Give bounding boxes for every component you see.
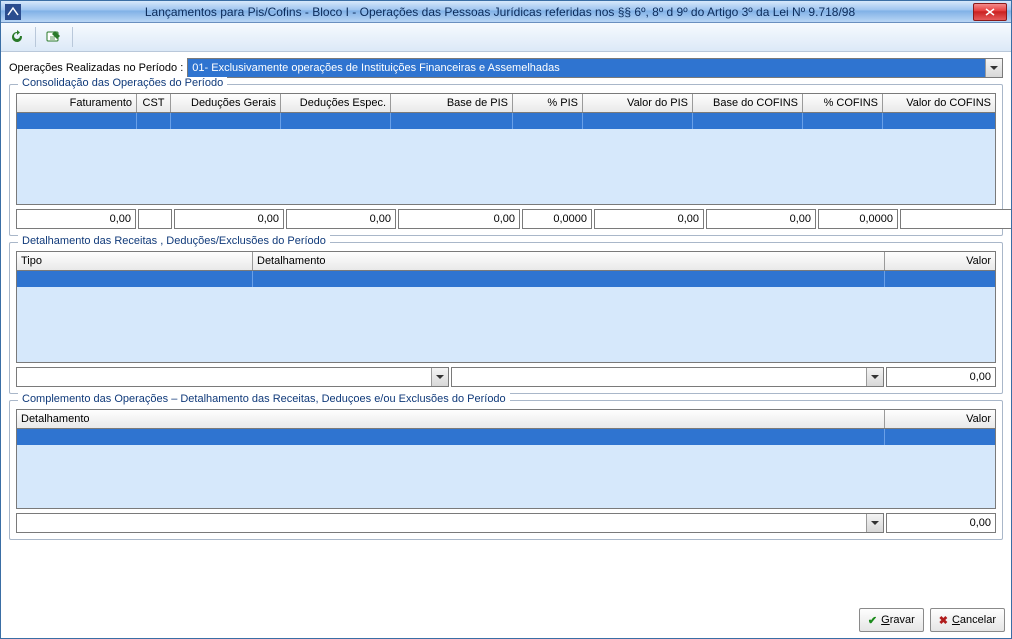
chevron-down-icon[interactable] [866, 514, 883, 532]
grid-selected-row[interactable] [17, 429, 995, 445]
col-valor[interactable]: Valor [885, 252, 995, 270]
col-valor-pis[interactable]: Valor do PIS [583, 94, 693, 112]
app-icon [5, 4, 21, 20]
grid-consolidacao[interactable]: Faturamento CST Deduções Gerais Deduções… [16, 93, 996, 205]
refresh-button[interactable] [5, 25, 29, 49]
toolbar-separator [72, 27, 73, 47]
totals-row [16, 209, 996, 229]
titlebar: Lançamentos para Pis/Cofins - Bloco I - … [1, 1, 1011, 23]
total-faturamento[interactable] [16, 209, 136, 229]
total-valor-cofins[interactable] [900, 209, 1011, 229]
col-cst[interactable]: CST [137, 94, 171, 112]
cancelar-button[interactable]: ✖ Cancelar [930, 608, 1005, 632]
col-valor[interactable]: Valor [885, 410, 995, 428]
grid-complemento[interactable]: Detalhamento Valor [16, 409, 996, 509]
col-valor-cofins[interactable]: Valor do COFINS [883, 94, 995, 112]
tipo-combo[interactable] [16, 367, 449, 387]
period-row: Operações Realizadas no Período : 01- Ex… [9, 58, 1003, 78]
detalhamento-combo-text [17, 514, 866, 532]
total-perc-cofins[interactable] [818, 209, 898, 229]
cancelar-label: Cancelar [952, 614, 996, 626]
total-deducoes-gerais[interactable] [174, 209, 284, 229]
col-deducoes-gerais[interactable]: Deduções Gerais [171, 94, 281, 112]
total-deducoes-espec[interactable] [286, 209, 396, 229]
total-perc-pis[interactable] [522, 209, 592, 229]
col-detalhamento[interactable]: Detalhamento [17, 410, 885, 428]
group-title: Detalhamento das Receitas , Deduções/Exc… [18, 235, 330, 247]
col-faturamento[interactable]: Faturamento [17, 94, 137, 112]
grid-body[interactable] [17, 429, 995, 508]
total-valor-pis[interactable] [594, 209, 704, 229]
col-perc-cofins[interactable]: % COFINS [803, 94, 883, 112]
group-consolidacao: Consolidação das Operações do Período Fa… [9, 84, 1003, 236]
window-title: Lançamentos para Pis/Cofins - Bloco I - … [27, 5, 973, 19]
period-label: Operações Realizadas no Período : [9, 62, 183, 74]
group-title: Consolidação das Operações do Período [18, 77, 227, 89]
gravar-button[interactable]: ✔ Gravar [859, 608, 924, 632]
grid-header: Faturamento CST Deduções Gerais Deduções… [17, 94, 995, 113]
check-icon: ✔ [868, 614, 877, 627]
group-detalhamento: Detalhamento das Receitas , Deduções/Exc… [9, 242, 1003, 394]
total-cst[interactable] [138, 209, 172, 229]
tipo-combo-text [17, 368, 431, 386]
grid-header: Detalhamento Valor [17, 410, 995, 429]
close-button[interactable] [973, 3, 1007, 21]
toolbar [1, 23, 1011, 52]
detalhamento-combo[interactable] [16, 513, 884, 533]
col-base-cofins[interactable]: Base do COFINS [693, 94, 803, 112]
edit-button[interactable] [42, 25, 66, 49]
period-combo[interactable]: 01- Exclusivamente operações de Institui… [187, 58, 1003, 78]
grid-selected-row[interactable] [17, 113, 995, 129]
chevron-down-icon[interactable] [985, 59, 1002, 77]
grid-detalhamento[interactable]: Tipo Detalhamento Valor [16, 251, 996, 363]
x-icon: ✖ [939, 614, 948, 627]
group-complemento: Complemento das Operações – Detalhamento… [9, 400, 1003, 540]
group-title: Complemento das Operações – Detalhamento… [18, 393, 510, 405]
valor-input[interactable] [886, 513, 996, 533]
toolbar-separator [35, 27, 36, 47]
footer-row [16, 513, 996, 533]
chevron-down-icon[interactable] [431, 368, 448, 386]
grid-body[interactable] [17, 271, 995, 362]
valor-input[interactable] [886, 367, 996, 387]
gravar-label: Gravar [881, 614, 915, 626]
period-combo-text: 01- Exclusivamente operações de Institui… [188, 59, 985, 77]
detalhamento-combo-text [452, 368, 866, 386]
col-deducoes-espec[interactable]: Deduções Espec. [281, 94, 391, 112]
col-base-pis[interactable]: Base de PIS [391, 94, 513, 112]
detalhamento-combo[interactable] [451, 367, 884, 387]
grid-header: Tipo Detalhamento Valor [17, 252, 995, 271]
col-tipo[interactable]: Tipo [17, 252, 253, 270]
grid-selected-row[interactable] [17, 271, 995, 287]
col-detalhamento[interactable]: Detalhamento [253, 252, 885, 270]
content-area: Operações Realizadas no Período : 01- Ex… [1, 52, 1011, 604]
button-bar: ✔ Gravar ✖ Cancelar [1, 604, 1011, 638]
total-base-cofins[interactable] [706, 209, 816, 229]
grid-body[interactable] [17, 113, 995, 204]
window: Lançamentos para Pis/Cofins - Bloco I - … [0, 0, 1012, 639]
chevron-down-icon[interactable] [866, 368, 883, 386]
col-perc-pis[interactable]: % PIS [513, 94, 583, 112]
footer-row [16, 367, 996, 387]
total-base-pis[interactable] [398, 209, 520, 229]
